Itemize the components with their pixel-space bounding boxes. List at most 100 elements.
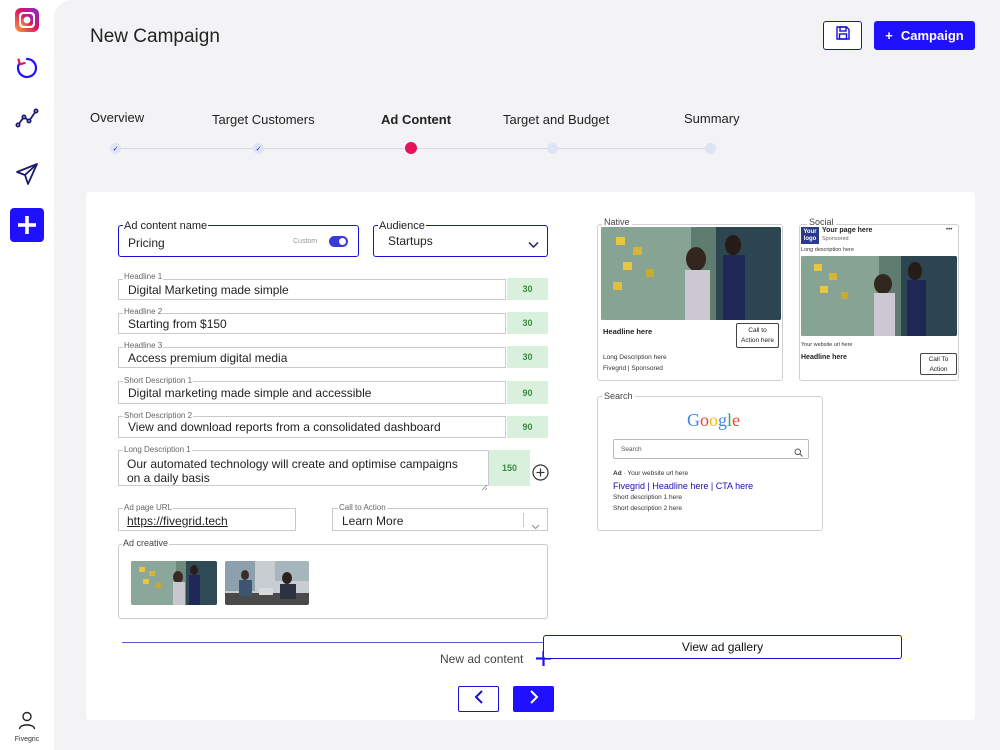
- user-profile[interactable]: Fivegric: [0, 710, 54, 743]
- social-headline: Headline here: [801, 354, 847, 361]
- previous-button[interactable]: [458, 686, 499, 712]
- native-headline: Headline here: [603, 327, 653, 336]
- add-campaign-button[interactable]: + Campaign: [874, 21, 975, 50]
- social-cta-line1: Call To: [928, 356, 949, 363]
- new-content-divider: [122, 642, 554, 643]
- campaign-button-label: Campaign: [900, 28, 964, 43]
- short-description-2-label: Short Description 2: [123, 411, 194, 420]
- short-description-2-counter: 90: [507, 416, 548, 438]
- analytics-icon[interactable]: [10, 101, 44, 135]
- native-preview-label: Native: [602, 217, 632, 227]
- headline-1-counter: 30: [507, 278, 548, 300]
- new-ad-content-label[interactable]: New ad content: [440, 652, 523, 666]
- save-button[interactable]: [823, 21, 862, 50]
- more-options-icon[interactable]: •••: [946, 227, 952, 233]
- step-ad-content[interactable]: Ad Content: [381, 112, 451, 127]
- view-ad-gallery-button[interactable]: View ad gallery: [543, 635, 902, 659]
- chevron-down-icon: [528, 236, 539, 254]
- social-preview-label: Social: [807, 217, 836, 227]
- search-ad-desc-1: Short description 1 here: [613, 494, 683, 501]
- add-description-icon[interactable]: [532, 464, 549, 486]
- user-label: Fivegric: [14, 736, 40, 743]
- instagram-icon[interactable]: [10, 3, 44, 37]
- search-ad-desc-2: Short description 2 here: [613, 505, 683, 512]
- native-long-description: Long Description here: [603, 354, 667, 361]
- long-description-1-label: Long Description 1: [123, 445, 192, 454]
- search-ad-headline[interactable]: Fivegrid | Headline here | CTA here: [613, 481, 753, 491]
- next-button[interactable]: [513, 686, 554, 712]
- logo-letter: g: [718, 410, 727, 430]
- search-engine-logo: Google: [687, 410, 740, 431]
- short-description-1-label: Short Description 1: [123, 376, 194, 385]
- logo-letter: e: [732, 410, 741, 430]
- native-sponsor: Fivegrid | Sponsored: [603, 365, 663, 372]
- short-description-1-value: Digital marketing made simple and access…: [128, 386, 372, 400]
- long-description-1-line1: Our automated technology will create and…: [127, 457, 458, 471]
- social-preview-image: [801, 256, 957, 336]
- call-to-action-label: Call to Action: [338, 503, 387, 512]
- step-summary[interactable]: Summary: [684, 111, 740, 126]
- social-long-description: Long description here: [801, 247, 854, 253]
- floppy-disk-icon: [835, 25, 851, 46]
- native-preview-image: [601, 227, 781, 320]
- social-page-name: Your page here: [822, 227, 873, 234]
- your-logo-placeholder: Your logo: [801, 227, 819, 244]
- ad-creative-label: Ad creative: [122, 538, 170, 548]
- search-ad-url-text: · Your website url here: [621, 470, 689, 477]
- short-description-1-counter: 90: [507, 381, 548, 404]
- step-dot-overview: ✓: [110, 143, 121, 154]
- check-icon: ✓: [255, 145, 262, 153]
- headline-3-label: Headline 3: [123, 341, 164, 350]
- headline-3-value: Access premium digital media: [128, 351, 288, 365]
- step-dot-target-customers: ✓: [253, 143, 264, 154]
- user-icon: [17, 711, 37, 734]
- send-icon[interactable]: [10, 157, 44, 191]
- audience-value: Startups: [388, 234, 433, 248]
- custom-toggle-label: Custom: [293, 238, 318, 245]
- step-overview[interactable]: Overview: [90, 110, 144, 125]
- search-box[interactable]: [613, 439, 809, 459]
- step-dot-summary: [705, 143, 716, 154]
- native-cta-line1: Call to: [748, 327, 767, 334]
- long-description-1-counter: 150: [489, 450, 530, 486]
- create-plus-button[interactable]: [10, 208, 44, 242]
- custom-toggle[interactable]: [329, 236, 348, 247]
- search-icon: [794, 444, 803, 462]
- select-divider: [523, 513, 524, 527]
- chevron-right-icon: [529, 689, 539, 709]
- check-icon: ✓: [112, 145, 119, 153]
- ad-page-url-value: https://fivegrid.tech: [127, 514, 228, 528]
- long-description-1-line2: on a daily basis: [127, 471, 210, 485]
- logo-letter: o: [700, 410, 709, 430]
- chevron-down-icon: [531, 517, 540, 535]
- headline-1-label: Headline 1: [123, 272, 164, 281]
- sidebar: Fivegric: [0, 0, 54, 750]
- resize-handle-icon[interactable]: [481, 478, 488, 496]
- social-website-url: Your website url here: [801, 342, 853, 348]
- logo-line1: Your: [803, 229, 817, 235]
- audience-label: Audience: [378, 220, 426, 232]
- social-cta-line2: Action: [929, 366, 948, 373]
- headline-2-value: Starting from $150: [128, 317, 227, 331]
- page-title: New Campaign: [90, 26, 220, 47]
- headline-2-counter: 30: [507, 312, 548, 334]
- step-target-budget[interactable]: Target and Budget: [503, 112, 609, 127]
- search-box-placeholder: Search: [621, 446, 642, 453]
- ad-page-url-label: Ad page URL: [123, 503, 174, 512]
- chevron-left-icon: [474, 689, 484, 709]
- refresh-icon[interactable]: [10, 51, 44, 85]
- creative-thumbnail-2[interactable]: [225, 561, 309, 605]
- native-cta-button[interactable]: Call to Action here: [736, 323, 779, 348]
- short-description-2-value: View and download reports from a consoli…: [128, 420, 441, 434]
- step-dot-target-budget: [547, 143, 558, 154]
- creative-thumbnail-1[interactable]: [131, 561, 217, 605]
- plus-icon: +: [885, 28, 893, 43]
- social-cta-button[interactable]: Call To Action: [920, 353, 957, 375]
- headline-1-value: Digital Marketing made simple: [128, 283, 289, 297]
- toggle-knob: [339, 238, 346, 245]
- step-target-customers[interactable]: Target Customers: [212, 112, 315, 127]
- social-sponsored: Sponsored: [822, 236, 849, 242]
- step-dot-ad-content: [405, 142, 417, 154]
- logo-letter: o: [709, 410, 718, 430]
- logo-line2: logo: [803, 236, 817, 242]
